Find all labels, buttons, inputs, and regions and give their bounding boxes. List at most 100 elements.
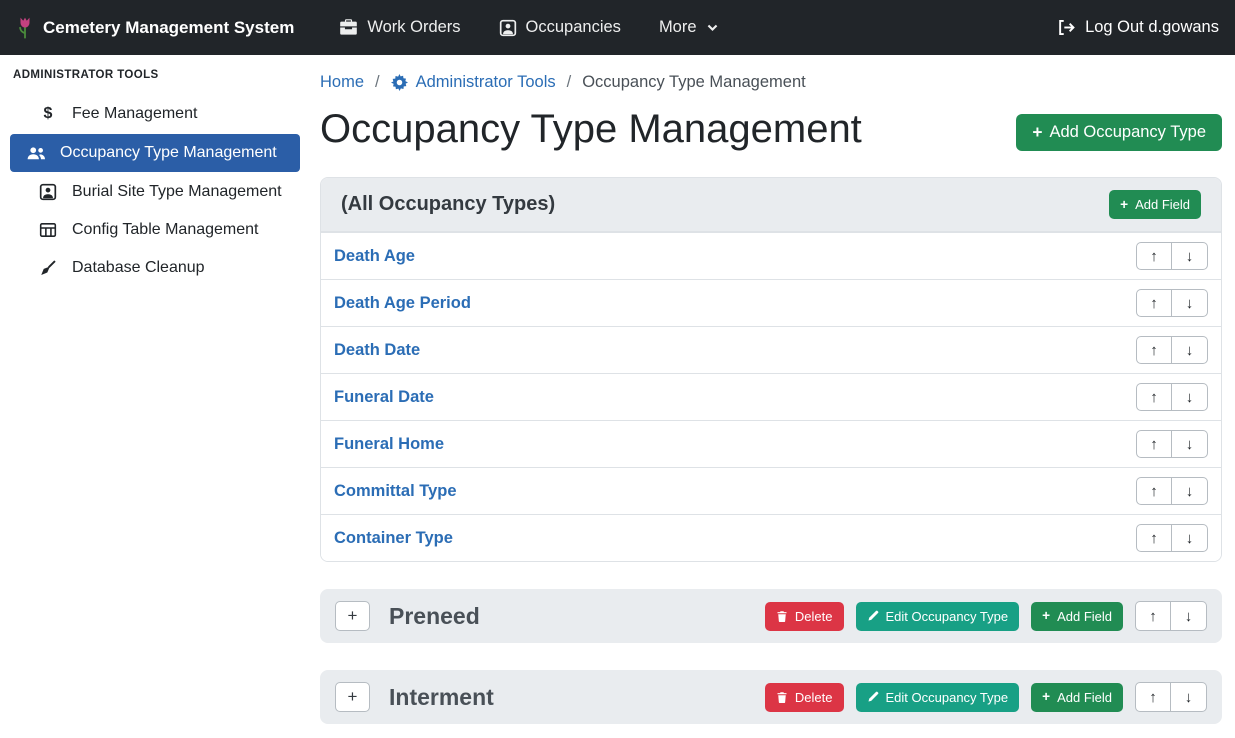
field-link[interactable]: Death Age: [334, 247, 415, 266]
move-down-button[interactable]: ↓: [1172, 430, 1208, 458]
field-row: Death Date ↑ ↓: [321, 326, 1221, 373]
plus-icon: +: [1032, 124, 1042, 141]
field-row: Container Type ↑ ↓: [321, 514, 1221, 561]
move-up-button[interactable]: ↑: [1135, 682, 1171, 712]
add-field-button[interactable]: + Add Field: [1031, 683, 1123, 712]
logout-button[interactable]: Log Out d.gowans: [1056, 18, 1219, 37]
pencil-icon: [867, 691, 879, 703]
reorder-buttons: ↑ ↓: [1135, 682, 1207, 712]
delete-button[interactable]: Delete: [765, 683, 844, 712]
reorder-buttons: ↑ ↓: [1136, 383, 1208, 411]
person-frame-icon: [37, 183, 59, 201]
table-icon: [37, 221, 59, 239]
move-up-button[interactable]: ↑: [1135, 601, 1171, 631]
move-up-button[interactable]: ↑: [1136, 477, 1172, 505]
move-up-button[interactable]: ↑: [1136, 336, 1172, 364]
field-link[interactable]: Death Date: [334, 341, 420, 360]
field-link[interactable]: Committal Type: [334, 482, 457, 501]
breadcrumb-separator: /: [375, 73, 380, 92]
expand-section-button[interactable]: +: [335, 682, 370, 712]
plus-icon: +: [1042, 690, 1050, 704]
breadcrumb-current: Occupancy Type Management: [582, 73, 806, 92]
field-link[interactable]: Death Age Period: [334, 294, 471, 313]
users-icon: [25, 143, 47, 163]
section-title: Preneed: [389, 603, 480, 630]
nav-label: Work Orders: [367, 18, 460, 37]
move-down-button[interactable]: ↓: [1171, 682, 1207, 712]
main-content: Home / Administrator Tools / Occupancy T…: [310, 55, 1235, 724]
add-occupancy-type-button[interactable]: + Add Occupancy Type: [1016, 114, 1222, 151]
move-down-button[interactable]: ↓: [1172, 524, 1208, 552]
broom-icon: [37, 259, 59, 277]
sidebar-item-label: Config Table Management: [72, 221, 259, 239]
breadcrumb-home[interactable]: Home: [320, 73, 364, 92]
reorder-buttons: ↑ ↓: [1136, 336, 1208, 364]
logout-icon: [1056, 18, 1075, 37]
reorder-buttons: ↑ ↓: [1136, 524, 1208, 552]
person-frame-icon: [499, 19, 517, 37]
app-brand[interactable]: Cemetery Management System: [16, 15, 294, 41]
field-row: Death Age Period ↑ ↓: [321, 279, 1221, 326]
sidebar-item-occupancy-type-management[interactable]: Occupancy Type Management: [10, 134, 300, 172]
field-link[interactable]: Funeral Home: [334, 435, 444, 454]
trash-icon: [776, 691, 788, 704]
reorder-buttons: ↑ ↓: [1136, 289, 1208, 317]
plus-icon: +: [1042, 609, 1050, 623]
reorder-buttons: ↑ ↓: [1136, 242, 1208, 270]
nav-label: Occupancies: [526, 18, 621, 37]
move-down-button[interactable]: ↓: [1172, 383, 1208, 411]
move-down-button[interactable]: ↓: [1172, 242, 1208, 270]
sidebar: ADMINISTRATOR TOOLS $ Fee Management Occ…: [0, 55, 310, 288]
expand-section-button[interactable]: +: [335, 601, 370, 631]
nav-occupancies[interactable]: Occupancies: [499, 18, 621, 37]
dollar-icon: $: [37, 105, 59, 123]
trash-icon: [776, 610, 788, 623]
move-down-button[interactable]: ↓: [1172, 336, 1208, 364]
card-title: (All Occupancy Types): [341, 193, 555, 216]
breadcrumb-separator: /: [567, 73, 572, 92]
sidebar-item-burial-site-type-management[interactable]: Burial Site Type Management: [10, 174, 300, 210]
sidebar-item-config-table-management[interactable]: Config Table Management: [10, 212, 300, 248]
move-up-button[interactable]: ↑: [1136, 242, 1172, 270]
breadcrumb-administrator-tools[interactable]: Administrator Tools: [391, 73, 556, 92]
move-up-button[interactable]: ↑: [1136, 430, 1172, 458]
section-actions: Delete Edit Occupancy Type + Add Field ↑: [765, 682, 1207, 712]
section-actions: Delete Edit Occupancy Type + Add Field ↑: [765, 601, 1207, 631]
reorder-buttons: ↑ ↓: [1136, 430, 1208, 458]
top-navbar: Cemetery Management System Work Orders O…: [0, 0, 1235, 55]
section-title: Interment: [389, 684, 494, 711]
edit-occupancy-type-button[interactable]: Edit Occupancy Type: [856, 602, 1020, 631]
edit-occupancy-type-button[interactable]: Edit Occupancy Type: [856, 683, 1020, 712]
add-field-button[interactable]: + Add Field: [1109, 190, 1201, 219]
tulip-icon: [16, 15, 34, 41]
breadcrumb: Home / Administrator Tools / Occupancy T…: [320, 55, 1222, 92]
nav-more[interactable]: More: [659, 18, 719, 37]
page-title: Occupancy Type Management: [320, 105, 862, 153]
move-up-button[interactable]: ↑: [1136, 289, 1172, 317]
sidebar-item-database-cleanup[interactable]: Database Cleanup: [10, 250, 300, 286]
move-down-button[interactable]: ↓: [1172, 477, 1208, 505]
sidebar-heading: ADMINISTRATOR TOOLS: [10, 69, 300, 96]
toolbox-icon: [339, 18, 358, 37]
sidebar-item-label: Burial Site Type Management: [72, 183, 282, 201]
field-row: Funeral Home ↑ ↓: [321, 420, 1221, 467]
move-up-button[interactable]: ↑: [1136, 383, 1172, 411]
sidebar-item-label: Occupancy Type Management: [60, 144, 277, 162]
delete-button[interactable]: Delete: [765, 602, 844, 631]
plus-icon: +: [1120, 198, 1128, 212]
add-field-button[interactable]: + Add Field: [1031, 602, 1123, 631]
sidebar-item-fee-management[interactable]: $ Fee Management: [10, 96, 300, 132]
field-link[interactable]: Container Type: [334, 529, 453, 548]
gear-icon: [391, 74, 408, 91]
move-down-button[interactable]: ↓: [1172, 289, 1208, 317]
field-row: Funeral Date ↑ ↓: [321, 373, 1221, 420]
occupancy-type-section-interment: + Interment Delete: [320, 670, 1222, 724]
nav-work-orders[interactable]: Work Orders: [339, 18, 460, 37]
all-occupancy-types-header: (All Occupancy Types) + Add Field: [321, 178, 1221, 232]
field-row: Committal Type ↑ ↓: [321, 467, 1221, 514]
move-down-button[interactable]: ↓: [1171, 601, 1207, 631]
all-occupancy-types-card: (All Occupancy Types) + Add Field Death …: [320, 177, 1222, 562]
move-up-button[interactable]: ↑: [1136, 524, 1172, 552]
field-link[interactable]: Funeral Date: [334, 388, 434, 407]
nav-label: More: [659, 18, 697, 37]
